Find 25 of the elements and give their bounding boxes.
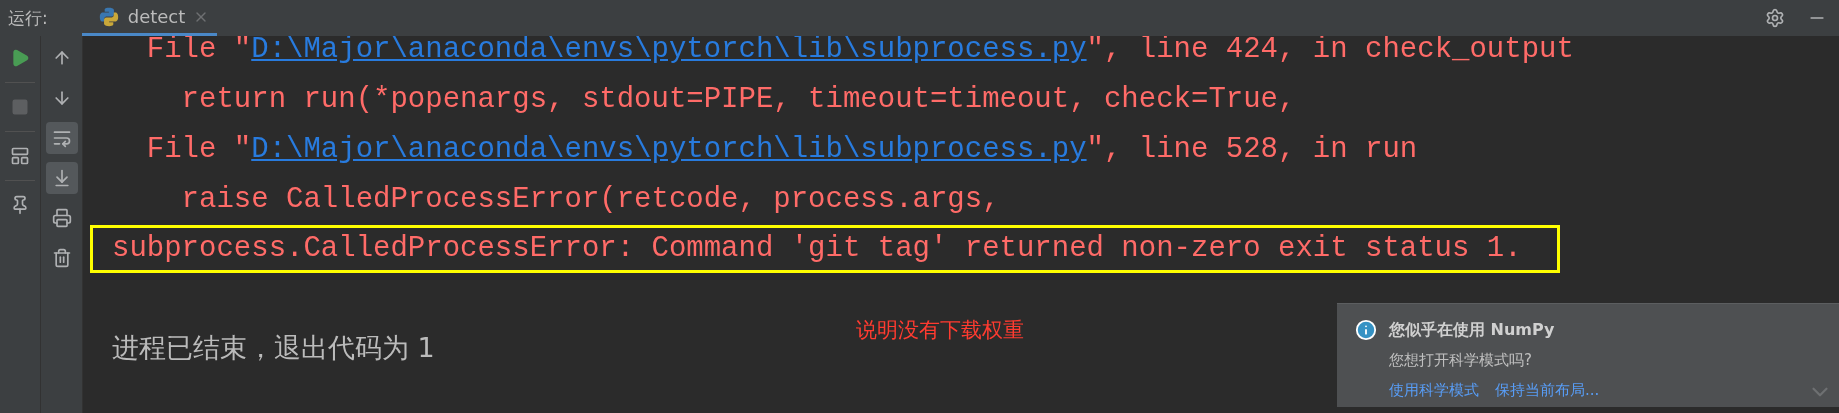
layout-icon [10,146,30,166]
code-line: raise CalledProcessError(retcode, process.args, [180,182,1001,218]
python-icon [97,5,120,28]
info-icon [1355,319,1377,341]
settings-icon[interactable] [1765,8,1785,28]
code-line: return run(*popenargs, stdout=PIPE, timeout=timeout, check=True, [180,82,1297,118]
exit-message: 进程已结束，退出代码为 1 [112,331,435,365]
pin-icon [10,195,30,215]
file-link[interactable]: D:\Major\anaconda\envs\pytorch\lib\subprocess.py [251,133,1087,166]
run-icon [10,48,30,68]
notification-text: 您想打开科学模式吗? [1389,350,1533,371]
stop-icon [11,98,29,116]
run-label: 运行: [8,6,48,30]
file-link[interactable]: D:\Major\anaconda\envs\pytorch\lib\subprocess.py [251,36,1087,66]
tool-button[interactable] [45,162,78,194]
annotation-text: 说明没有下载权重 [856,317,1024,344]
notification-title: 您似乎在使用 NumPy [1389,319,1556,341]
tool-button[interactable] [45,122,78,154]
trash-icon [51,248,72,268]
notification-link[interactable]: 使用科学模式 [1389,377,1479,407]
traceback-line: File "D:\Major\anaconda\envs\pytorch\lib\subprocess.py", line 528, in run [145,132,1419,168]
traceback-line: File "D:\Major\anaconda\envs\pytorch\lib\subprocess.py", line 424, in check_output [145,36,1575,68]
notification-link[interactable]: 保持当前布局... [1495,377,1600,407]
soft-wrap-icon [51,128,72,148]
printer-icon [51,208,72,228]
